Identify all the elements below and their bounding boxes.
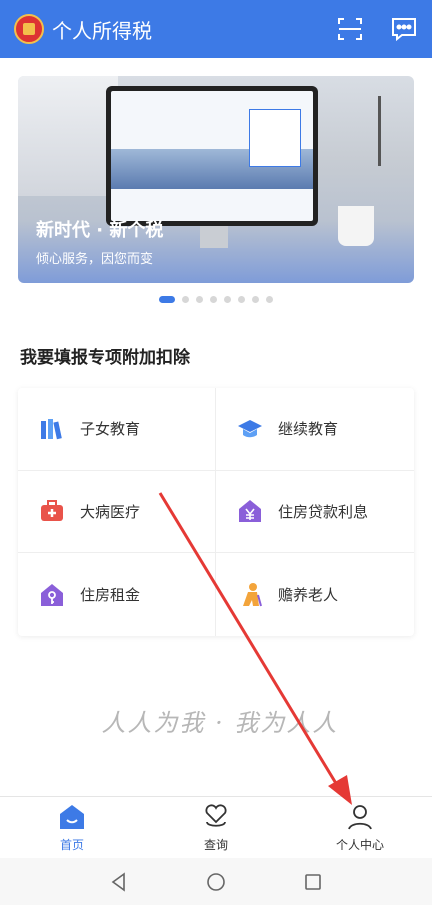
message-icon[interactable] bbox=[390, 15, 418, 43]
carousel-dots bbox=[0, 296, 432, 303]
section-title: 我要填报专项附加扣除 bbox=[20, 348, 190, 368]
deduction-housing-rent[interactable]: 住房租金 bbox=[18, 553, 216, 636]
graduation-cap-icon bbox=[238, 419, 262, 438]
carousel-dot[interactable] bbox=[266, 296, 273, 303]
tab-personal-center[interactable]: 个人中心 bbox=[288, 797, 432, 858]
deduction-mortgage-interest[interactable]: 住房贷款利息 bbox=[216, 471, 414, 554]
carousel-dot[interactable] bbox=[210, 296, 217, 303]
banner-window bbox=[18, 76, 118, 196]
deduction-medical[interactable]: 大病医疗 bbox=[18, 470, 216, 554]
carousel-dot[interactable] bbox=[224, 296, 231, 303]
house-key-icon bbox=[41, 583, 63, 606]
carousel-dot[interactable] bbox=[159, 296, 175, 303]
carousel-dot[interactable] bbox=[182, 296, 189, 303]
deduction-elderly-support[interactable]: 赡养老人 bbox=[216, 553, 414, 636]
main-content: 新时代 · 新个税 倾心服务，因您而变 我要填报专项附加扣除 子女教育 继续教育… bbox=[0, 58, 432, 796]
books-icon bbox=[41, 418, 62, 440]
banner-title: 新时代 · 新个税 bbox=[36, 220, 164, 241]
home-circle-icon[interactable] bbox=[205, 871, 227, 893]
tab-home[interactable]: 首页 bbox=[0, 797, 144, 858]
deduction-grid: 子女教育 继续教育 大病医疗 住房贷款利息 住房租金 赡养老人 bbox=[18, 388, 414, 636]
tab-bar: 首页 查询 个人中心 bbox=[0, 796, 432, 858]
scan-icon[interactable] bbox=[336, 15, 364, 43]
banner-carousel[interactable]: 新时代 · 新个税 倾心服务，因您而变 bbox=[18, 76, 414, 283]
carousel-dot[interactable] bbox=[196, 296, 203, 303]
app-title: 个人所得税 bbox=[52, 18, 152, 43]
slogan: 人人为我 · 我为人人 bbox=[101, 709, 339, 737]
emblem-icon bbox=[14, 14, 44, 44]
system-nav-bar bbox=[0, 858, 432, 905]
banner-mug bbox=[338, 206, 374, 246]
recents-icon[interactable] bbox=[302, 871, 324, 893]
back-icon[interactable] bbox=[108, 871, 130, 893]
home-icon bbox=[60, 805, 84, 829]
person-icon bbox=[348, 805, 372, 830]
banner-monitor bbox=[106, 86, 318, 226]
house-yuan-icon bbox=[239, 500, 261, 523]
deduction-continuing-education[interactable]: 继续教育 bbox=[216, 388, 414, 471]
carousel-dot[interactable] bbox=[238, 296, 245, 303]
search-heart-icon bbox=[205, 804, 227, 827]
banner-subtitle: 倾心服务，因您而变 bbox=[36, 252, 154, 267]
tab-query[interactable]: 查询 bbox=[144, 797, 288, 858]
carousel-dot[interactable] bbox=[252, 296, 259, 303]
app-header: 个人所得税 bbox=[0, 0, 432, 58]
medical-kit-icon bbox=[41, 500, 63, 522]
elderly-icon bbox=[243, 582, 262, 606]
deduction-children-education[interactable]: 子女教育 bbox=[18, 388, 216, 471]
banner-lamp bbox=[378, 96, 408, 166]
